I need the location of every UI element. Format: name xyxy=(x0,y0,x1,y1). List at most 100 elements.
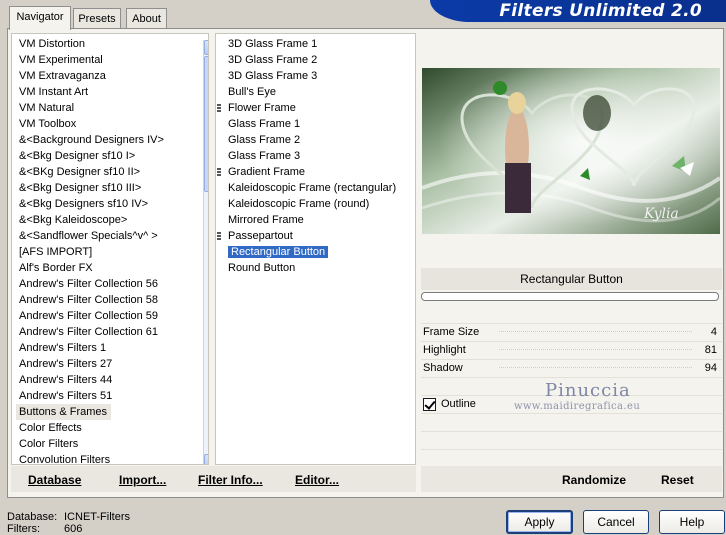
category-scrollbar[interactable]: ▲ ▼ xyxy=(203,40,208,464)
filter-item-label: Kaleidoscopic Frame (rectangular) xyxy=(228,182,397,194)
category-item[interactable]: Andrew's Filter Collection 59 xyxy=(16,308,164,324)
category-item[interactable]: Andrew's Filter Collection 61 xyxy=(16,324,164,340)
filter-item[interactable]: Round Button xyxy=(225,260,396,276)
filter-item-label: Glass Frame 1 xyxy=(228,118,301,130)
import-button[interactable]: Import... xyxy=(119,473,166,487)
param-value: 81 xyxy=(704,344,717,356)
param-value: 4 xyxy=(710,326,717,338)
apply-button[interactable]: Apply xyxy=(506,510,573,534)
filter-title: Rectangular Button xyxy=(421,268,722,290)
category-item[interactable]: VM Natural xyxy=(16,100,164,116)
param-highlight[interactable]: Highlight 81 xyxy=(421,341,722,359)
category-item[interactable]: &<BKg Designer sf10 II> xyxy=(16,164,164,180)
watermark-url: www.maidiregrafica.eu xyxy=(514,401,641,412)
filter-item-label: 3D Glass Frame 1 xyxy=(228,38,318,50)
category-item[interactable]: Color Filters xyxy=(16,436,164,452)
param-label: Highlight xyxy=(423,344,466,356)
filter-item-label: Bull's Eye xyxy=(228,86,276,98)
category-item[interactable]: Andrew's Filters 27 xyxy=(16,356,164,372)
database-status-label: Database: xyxy=(7,511,58,523)
category-item[interactable]: &<Bkg Designer sf10 I> xyxy=(16,148,164,164)
category-list[interactable]: VM Distortion VM Experimental VM Extravaga… xyxy=(11,33,209,465)
cancel-button[interactable]: Cancel xyxy=(583,510,649,534)
category-item[interactable]: Andrew's Filters 44 xyxy=(16,372,164,388)
filter-item[interactable]: Kaleidoscopic Frame (round) xyxy=(225,196,396,212)
filter-item-label: Mirrored Frame xyxy=(228,214,304,226)
filter-list[interactable]: 3D Glass Frame 1 3D Glass Frame 2 3D Glass… xyxy=(215,33,416,465)
database-status-value: ICNET-Filters xyxy=(64,511,130,523)
preview-signature: Kylia xyxy=(643,206,679,222)
filter-item[interactable]: Glass Frame 3 xyxy=(225,148,396,164)
tab-navigator[interactable]: Navigator xyxy=(9,6,71,30)
filter-item-label: Glass Frame 2 xyxy=(228,134,301,146)
drag-handle-icon xyxy=(217,232,221,241)
category-item[interactable]: &<Bkg Designer sf10 III> xyxy=(16,180,164,196)
category-item[interactable]: &<Bkg Kaleidoscope> xyxy=(16,212,164,228)
filter-info-button[interactable]: Filter Info... xyxy=(198,473,263,487)
category-item[interactable]: Andrew's Filter Collection 58 xyxy=(16,292,164,308)
scroll-down-icon[interactable]: ▼ xyxy=(204,454,208,464)
category-item[interactable]: Andrew's Filters 1 xyxy=(16,340,164,356)
filter-item[interactable]: 3D Glass Frame 1 xyxy=(225,36,396,52)
filter-item-label: Gradient Frame xyxy=(228,166,306,178)
category-item[interactable]: VM Extravaganza xyxy=(16,68,164,84)
filter-item[interactable]: 3D Glass Frame 3 xyxy=(225,68,396,84)
randomize-button[interactable]: Randomize xyxy=(562,473,626,487)
editor-button[interactable]: Editor... xyxy=(295,473,339,487)
category-item[interactable]: &<Background Designers IV> xyxy=(16,132,164,148)
filter-item[interactable]: Passepartout xyxy=(217,228,396,244)
category-item[interactable]: &<Bkg Designers sf10 IV> xyxy=(16,196,164,212)
reset-button[interactable]: Reset xyxy=(661,473,694,487)
scroll-up-icon[interactable]: ▲ xyxy=(204,40,208,55)
tab-presets[interactable]: Presets xyxy=(73,8,121,28)
progress-bar xyxy=(421,292,719,301)
category-item[interactable]: Andrew's Filter Collection 56 xyxy=(16,276,164,292)
category-item[interactable]: VM Toolbox xyxy=(16,116,164,132)
filter-item[interactable]: Kaleidoscopic Frame (rectangular) xyxy=(225,180,396,196)
filter-item[interactable]: Glass Frame 2 xyxy=(225,132,396,148)
filter-item[interactable]: Rectangular Button xyxy=(225,244,396,260)
param-frame-size[interactable]: Frame Size 4 xyxy=(421,323,722,341)
outline-checkbox[interactable] xyxy=(423,398,436,411)
filter-item[interactable]: 3D Glass Frame 2 xyxy=(225,52,396,68)
help-button[interactable]: Help xyxy=(659,510,725,534)
filter-item-label: Passepartout xyxy=(228,230,293,242)
filters-count-label: Filters: xyxy=(7,523,40,535)
filter-item-label: 3D Glass Frame 2 xyxy=(228,54,318,66)
param-shadow[interactable]: Shadow 94 xyxy=(421,359,722,377)
category-item[interactable]: VM Instant Art xyxy=(16,84,164,100)
param-label: Shadow xyxy=(423,362,463,374)
category-item[interactable]: &<Sandflower Specials^v^ > xyxy=(16,228,164,244)
filter-item-label: Rectangular Button xyxy=(228,246,329,258)
filter-item[interactable]: Mirrored Frame xyxy=(225,212,396,228)
category-item[interactable]: Convolution Filters xyxy=(16,452,164,464)
category-item[interactable]: Alf's Border FX xyxy=(16,260,164,276)
param-slider[interactable] xyxy=(499,349,692,351)
param-slider[interactable] xyxy=(499,331,692,333)
title-banner: Filters Unlimited 2.0 xyxy=(430,0,726,22)
drag-handle-icon xyxy=(217,168,221,177)
filter-item[interactable]: Bull's Eye xyxy=(225,84,396,100)
database-button[interactable]: Database xyxy=(28,473,81,487)
category-item[interactable]: [AFS IMPORT] xyxy=(16,244,164,260)
category-item[interactable]: Andrew's Filters 51 xyxy=(16,388,164,404)
category-item[interactable]: VM Experimental xyxy=(16,52,164,68)
param-slider[interactable] xyxy=(499,367,692,369)
filters-count-value: 606 xyxy=(64,523,83,535)
filter-item-label: Glass Frame 3 xyxy=(228,150,301,162)
filter-item[interactable]: Gradient Frame xyxy=(217,164,396,180)
drag-handle-icon xyxy=(217,104,221,113)
category-item[interactable]: Color Effects xyxy=(16,420,164,436)
tab-about[interactable]: About xyxy=(126,8,167,28)
category-item[interactable]: Buttons & Frames xyxy=(16,404,112,420)
list-actions-bar: Database Import... Filter Info... Editor… xyxy=(11,466,416,492)
category-item[interactable]: VM Distortion xyxy=(16,36,164,52)
filter-item-label: Kaleidoscopic Frame (round) xyxy=(228,198,370,210)
outline-label: Outline xyxy=(441,398,476,410)
watermark-name: Pinuccia xyxy=(545,380,631,401)
param-label: Frame Size xyxy=(423,326,480,338)
filter-item[interactable]: Flower Frame xyxy=(217,100,396,116)
banner-title: Filters Unlimited 2.0 xyxy=(499,1,702,21)
filter-item[interactable]: Glass Frame 1 xyxy=(225,116,396,132)
scrollbar-thumb[interactable] xyxy=(204,56,208,192)
